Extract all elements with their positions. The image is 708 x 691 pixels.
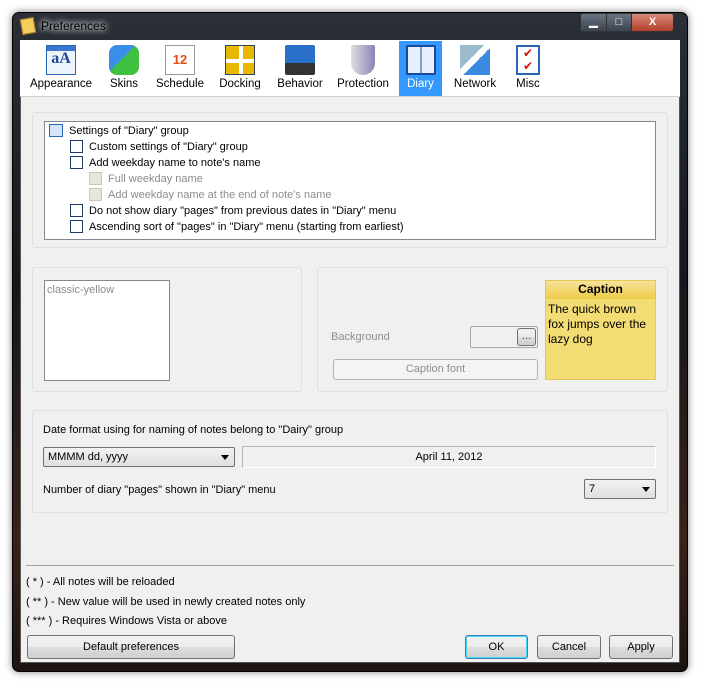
tab-schedule[interactable]: 12 Schedule — [155, 41, 205, 96]
checkbox[interactable] — [70, 204, 83, 217]
date-format-value: MMMM dd, yyyy — [48, 451, 129, 463]
note-new-value: ( ** ) - New value will be used in newly… — [26, 596, 306, 608]
tab-label: Docking — [219, 78, 261, 90]
checkbox[interactable] — [70, 220, 83, 233]
preview-text: The quick brown fox jumps over the lazy … — [548, 302, 647, 346]
docking-icon — [225, 45, 255, 75]
close-button[interactable]: X — [631, 13, 674, 32]
date-format-label: Date format using for naming of notes be… — [43, 424, 344, 436]
pages-label: Number of diary "pages" shown in "Diary"… — [43, 484, 276, 496]
calendar-icon: 12 — [165, 45, 195, 75]
tab-label: Behavior — [277, 78, 323, 90]
option-label: Do not show diary "pages" from previous … — [89, 204, 397, 217]
computer-icon — [285, 45, 315, 75]
date-preview: April 11, 2012 — [242, 446, 656, 468]
option-full-weekday: Full weekday name — [89, 172, 203, 185]
note-preview: Caption The quick brown fox jumps over t… — [545, 280, 656, 380]
tab-label: Schedule — [156, 78, 204, 90]
network-icon — [460, 45, 490, 75]
tab-label: Skins — [109, 78, 139, 90]
option-weekday-end: Add weekday name at the end of note's na… — [89, 188, 331, 201]
tab-docking[interactable]: Docking — [216, 41, 264, 96]
ok-button[interactable]: OK — [465, 635, 528, 659]
tab-label: Appearance — [29, 78, 93, 90]
diary-settings-icon — [49, 124, 63, 137]
pages-value: 7 — [589, 483, 596, 495]
window-title: Preferences — [41, 19, 106, 33]
tab-label: Network — [453, 78, 497, 90]
note-vista: ( *** ) - Requires Windows Vista or abov… — [26, 615, 227, 627]
option-hide-previous[interactable]: Do not show diary "pages" from previous … — [70, 204, 396, 217]
tab-label: Diary — [407, 78, 434, 90]
default-preferences-button[interactable]: Default preferences — [27, 635, 235, 659]
book-icon — [405, 45, 436, 75]
date-format-combo[interactable]: MMMM dd, yyyy — [43, 447, 235, 467]
tab-protection[interactable]: Protection — [334, 41, 392, 96]
puzzle-icon — [109, 45, 139, 75]
tab-skins[interactable]: Skins — [102, 41, 146, 96]
caption-font-button: Caption font — [333, 359, 538, 380]
option-label: Custom settings of "Diary" group — [89, 140, 248, 153]
shield-icon — [351, 45, 375, 75]
option-label: Add weekday name to note's name — [89, 156, 261, 169]
checklist-icon: ✔ ✔ — [516, 45, 540, 75]
browse-background-button: ... — [517, 328, 536, 346]
tab-behavior[interactable]: Behavior — [274, 41, 326, 96]
note-reload: ( * ) - All notes will be reloaded — [26, 576, 175, 588]
minimize-button[interactable]: ▁ — [580, 13, 607, 32]
settings-header: Settings of "Diary" group — [69, 124, 189, 137]
checkbox — [89, 172, 102, 185]
option-label: Ascending sort of "pages" in "Diary" men… — [89, 220, 404, 233]
skin-item[interactable]: classic-yellow — [47, 284, 167, 296]
option-add-weekday[interactable]: Add weekday name to note's name — [70, 156, 260, 169]
option-custom-settings[interactable]: Custom settings of "Diary" group — [70, 140, 248, 153]
separator — [26, 565, 674, 566]
tab-network[interactable]: Network — [450, 41, 500, 96]
tab-appearance[interactable]: aA Appearance — [28, 41, 94, 96]
appearance-icon: aA — [46, 45, 76, 75]
background-label: Background — [331, 331, 390, 343]
maximize-button[interactable]: □ — [606, 13, 632, 32]
tab-misc[interactable]: ✔ ✔ Misc — [508, 41, 548, 96]
chevron-down-icon — [221, 454, 229, 460]
apply-button[interactable]: Apply — [609, 635, 673, 659]
skins-list[interactable]: classic-yellow — [44, 280, 170, 381]
tab-diary[interactable]: Diary — [399, 41, 442, 96]
preview-caption: Caption — [546, 281, 655, 299]
chevron-down-icon — [642, 486, 650, 492]
option-label: Full weekday name — [108, 172, 203, 185]
checkbox — [89, 188, 102, 201]
option-ascending-sort[interactable]: Ascending sort of "pages" in "Diary" men… — [70, 220, 404, 233]
pages-combo[interactable]: 7 — [584, 479, 656, 499]
app-icon — [19, 16, 37, 36]
checkbox[interactable] — [70, 140, 83, 153]
checkbox[interactable] — [70, 156, 83, 169]
tab-label: Misc — [516, 78, 540, 90]
option-label: Add weekday name at the end of note's na… — [108, 188, 332, 201]
cancel-button[interactable]: Cancel — [537, 635, 601, 659]
tab-label: Protection — [337, 78, 389, 90]
